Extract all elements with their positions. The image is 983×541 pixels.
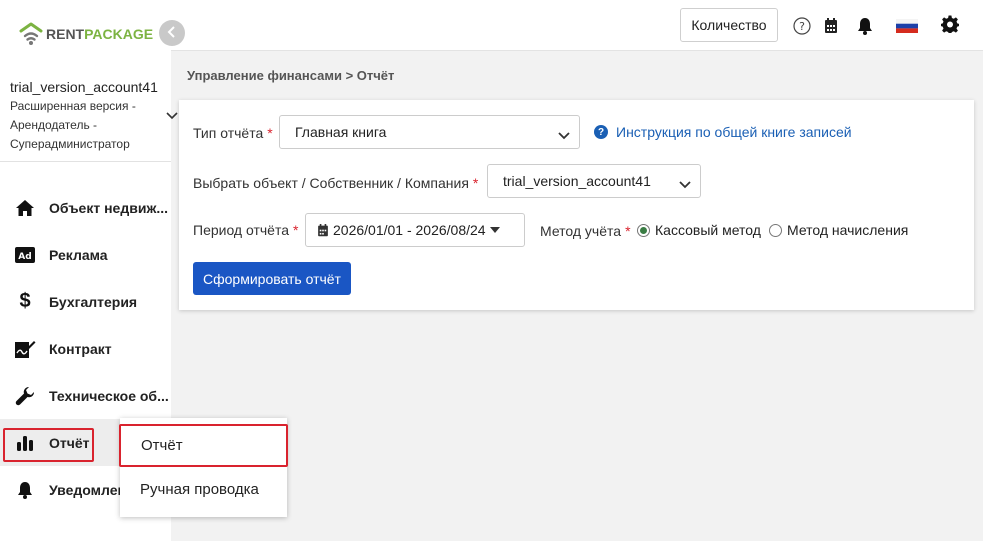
chevron-down-icon[interactable] xyxy=(166,107,178,123)
sidebar-item-contract[interactable]: Контракт xyxy=(0,325,171,372)
report-form-card: Тип отчёта * Главная книга ? Инструкция п… xyxy=(179,100,974,310)
chevron-down-icon xyxy=(679,176,691,192)
collapse-sidebar-button[interactable] xyxy=(159,20,185,46)
period-picker[interactable]: 2026/01/01 - 2026/08/24 xyxy=(305,213,525,247)
sidebar-item-property[interactable]: Объект недвиж... xyxy=(0,184,171,231)
report-type-label: Тип отчёта * xyxy=(193,125,273,141)
radio-checked-icon xyxy=(637,223,650,237)
help-icon[interactable]: ? xyxy=(793,17,811,35)
wifi-logo-icon xyxy=(18,21,44,47)
chevron-left-icon xyxy=(167,25,177,41)
required-mark: * xyxy=(267,125,273,141)
home-icon xyxy=(14,197,36,219)
generate-report-button[interactable]: Сформировать отчёт xyxy=(193,262,351,295)
dollar-icon: $ xyxy=(19,290,31,312)
account-info[interactable]: trial_version_account41 Расширенная верс… xyxy=(10,78,170,154)
sidebar-item-label: Уведомлен xyxy=(49,481,126,498)
submenu-item-manual-entry[interactable]: Ручная проводка xyxy=(120,468,287,511)
logo-rent-text: RENT xyxy=(46,26,85,42)
wrench-icon xyxy=(14,385,36,407)
account-name: trial_version_account41 xyxy=(10,79,158,95)
sidebar-item-label: Объект недвиж... xyxy=(49,199,169,216)
cash-method-radio[interactable]: Кассовый метод xyxy=(637,222,761,238)
period-label: Период отчёта * xyxy=(193,222,299,238)
ad-icon: Ad xyxy=(14,244,36,266)
sidebar-item-label: Реклама xyxy=(49,246,108,263)
sidebar-divider xyxy=(0,161,171,162)
gear-icon[interactable] xyxy=(941,15,959,33)
logo[interactable]: RENTPACKAGE xyxy=(18,20,153,48)
calendar-icon xyxy=(317,223,329,237)
russia-flag-icon[interactable] xyxy=(896,17,918,35)
sidebar-item-accounting[interactable]: $ Бухгалтерия xyxy=(0,278,171,325)
quantity-button[interactable]: Количество xyxy=(680,8,778,42)
bell-icon[interactable] xyxy=(856,17,874,35)
highlight-box xyxy=(3,428,94,462)
sidebar-item-ads[interactable]: Ad Реклама xyxy=(0,231,171,278)
calendar-icon[interactable] xyxy=(822,17,840,35)
breadcrumb: Управление финансами > Отчёт xyxy=(187,68,395,83)
contract-icon xyxy=(14,338,36,360)
report-submenu: Отчёт Ручная проводка xyxy=(119,418,288,517)
required-mark: * xyxy=(472,175,479,191)
svg-text:Ad: Ad xyxy=(18,252,31,262)
chevron-down-icon xyxy=(558,127,570,143)
sidebar-item-label: Контракт xyxy=(49,340,112,357)
submenu-item-report[interactable]: Отчёт xyxy=(119,424,288,467)
svg-text:?: ? xyxy=(799,20,805,33)
method-label: Метод учёта * xyxy=(540,223,631,239)
object-label: Выбрать объект / Собственник / Компания * xyxy=(193,175,479,191)
top-bar: Количество ? xyxy=(171,0,983,51)
object-select[interactable]: trial_version_account41 xyxy=(487,164,701,198)
question-circle-icon: ? xyxy=(594,125,608,139)
caret-down-icon xyxy=(489,227,500,233)
general-ledger-help-link[interactable]: ? Инструкция по общей книге записей xyxy=(594,124,852,140)
radio-unchecked-icon xyxy=(769,223,782,237)
required-mark: * xyxy=(293,222,299,238)
report-type-select[interactable]: Главная книга xyxy=(279,115,580,149)
sidebar-item-maintenance[interactable]: Техническое об... xyxy=(0,372,171,419)
account-role: Расширенная версия - Арендодатель - Супе… xyxy=(10,99,136,151)
sidebar-item-label: Бухгалтерия xyxy=(49,293,138,310)
logo-package-text: PACKAGE xyxy=(84,26,154,42)
accrual-method-radio[interactable]: Метод начисления xyxy=(769,222,908,238)
bell-icon xyxy=(14,479,36,501)
required-mark: * xyxy=(625,223,631,239)
sidebar-item-label: Техническое об... xyxy=(49,387,169,404)
